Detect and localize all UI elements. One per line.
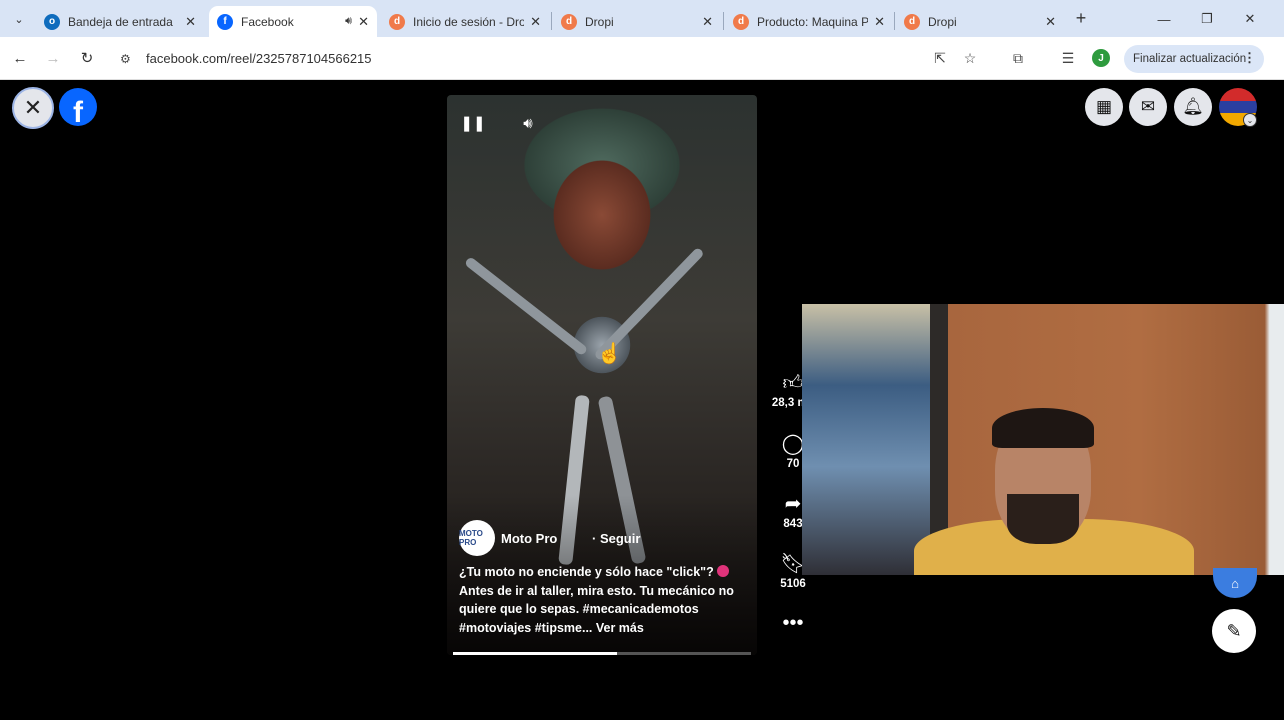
outlook-icon: o: [44, 13, 60, 30]
compose-edit-icon[interactable]: ✎: [1212, 609, 1256, 653]
menu-grid-icon[interactable]: ▦: [1085, 88, 1123, 126]
close-tab-icon[interactable]: ✕: [874, 14, 885, 30]
volume-icon[interactable]: 🔊︎: [514, 109, 542, 137]
facebook-icon: f: [217, 13, 233, 30]
menu-kebab-icon[interactable]: ⋮: [1243, 50, 1256, 66]
dropi-icon: d: [904, 13, 920, 30]
tab-outlook[interactable]: o Bandeja de entrada ✕: [36, 6, 204, 37]
reel-video[interactable]: ❚❚ 🔊︎ ☝ MOTO PRO Moto Pro · Seguir ¿Tu m…: [447, 95, 757, 655]
emoji-icon: [716, 565, 729, 577]
tab-strip: ⌄ o Bandeja de entrada ✕ f Facebook 🔊︎ ✕…: [0, 0, 1284, 37]
close-tab-icon[interactable]: ✕: [185, 14, 196, 30]
profile-avatar[interactable]: J: [1092, 49, 1110, 67]
url-text[interactable]: facebook.com/reel/2325787104566215: [146, 51, 372, 66]
tab-separator: [723, 12, 724, 30]
video-progress-bar[interactable]: [453, 652, 751, 655]
hand-cursor-icon: ☝: [597, 343, 622, 365]
tab-facebook[interactable]: f Facebook 🔊︎ ✕: [209, 6, 377, 37]
share-count: 843: [783, 518, 803, 530]
tab-producto[interactable]: d Producto: Maquina P ✕: [725, 6, 893, 37]
close-window-icon[interactable]: ✕: [1239, 8, 1261, 30]
forward-icon[interactable]: →: [42, 47, 64, 69]
back-icon[interactable]: ←: [9, 47, 31, 69]
media-queue-icon[interactable]: ☰: [1058, 48, 1078, 68]
site-info-icon[interactable]: ⚙: [120, 52, 138, 66]
close-tab-icon[interactable]: ✕: [1045, 14, 1056, 30]
pause-icon[interactable]: ❚❚: [459, 109, 487, 137]
account-menu-chevron-icon[interactable]: ⌄: [1243, 113, 1257, 127]
facebook-logo-icon[interactable]: f: [59, 88, 97, 126]
close-tab-icon[interactable]: ✕: [702, 14, 713, 30]
home-icon[interactable]: ⌂: [1213, 568, 1257, 598]
thumbs-up-icon: 👍︎: [782, 372, 804, 394]
share-arrow-icon: ➦: [784, 493, 802, 515]
tab-dropi[interactable]: d Dropi ✕: [553, 6, 721, 37]
extensions-icon[interactable]: ⧉: [1008, 48, 1028, 68]
close-tab-icon[interactable]: ✕: [358, 14, 369, 30]
update-button[interactable]: Finalizar actualización ⋮: [1124, 45, 1264, 73]
reload-icon[interactable]: ↻: [76, 47, 98, 69]
dropi-icon: d: [389, 13, 405, 30]
webcam-overlay: [802, 304, 1284, 575]
save-count: 5106: [780, 578, 806, 590]
browser-toolbar: ← → ↻ ⚙ facebook.com/reel/23257871045662…: [0, 37, 1284, 80]
comment-count: 70: [786, 458, 800, 470]
minimize-icon[interactable]: —: [1153, 8, 1175, 30]
more-options-button[interactable]: •••: [770, 610, 816, 636]
tab-dropi-2[interactable]: d Dropi ✕: [896, 6, 1064, 37]
speaker-icon[interactable]: 🔊︎: [345, 15, 352, 28]
page-name-link[interactable]: Moto Pro: [501, 531, 557, 546]
tab-separator: [551, 12, 552, 30]
tab-search-dropdown-icon[interactable]: ⌄: [8, 8, 30, 30]
tab-separator: [894, 12, 895, 30]
new-tab-icon[interactable]: +: [1071, 8, 1091, 28]
comment-bubble-icon: ◯: [781, 433, 805, 455]
facebook-reel-page: ✕ f ▦ ✉ 🔔︎ ⌄ ❚❚ 🔊︎ ☝ MOTO PRO Moto Pro ·…: [0, 80, 1284, 720]
messenger-icon[interactable]: ✉: [1129, 88, 1167, 126]
dropi-icon: d: [561, 13, 577, 30]
tab-dropi-login[interactable]: d Inicio de sesión - Dro ✕: [381, 6, 549, 37]
close-tab-icon[interactable]: ✕: [530, 14, 541, 30]
more-dots-icon: •••: [782, 612, 804, 634]
install-app-icon[interactable]: ⇱: [930, 48, 950, 68]
follow-button[interactable]: · Seguir: [592, 531, 640, 546]
address-bar[interactable]: ⚙ facebook.com/reel/2325787104566215: [110, 43, 990, 74]
dropi-icon: d: [733, 13, 749, 30]
video-progress-fill: [453, 652, 617, 655]
page-avatar[interactable]: MOTO PRO: [459, 520, 495, 556]
restore-icon[interactable]: ❐: [1196, 8, 1218, 30]
close-reel-button[interactable]: ✕: [12, 87, 54, 129]
see-more-link[interactable]: Ver más: [596, 621, 644, 635]
reel-caption: ¿Tu moto no enciende y sólo hace "click"…: [459, 565, 734, 635]
notifications-bell-icon[interactable]: 🔔︎: [1174, 88, 1212, 126]
bookmark-star-icon[interactable]: ☆: [960, 48, 980, 68]
